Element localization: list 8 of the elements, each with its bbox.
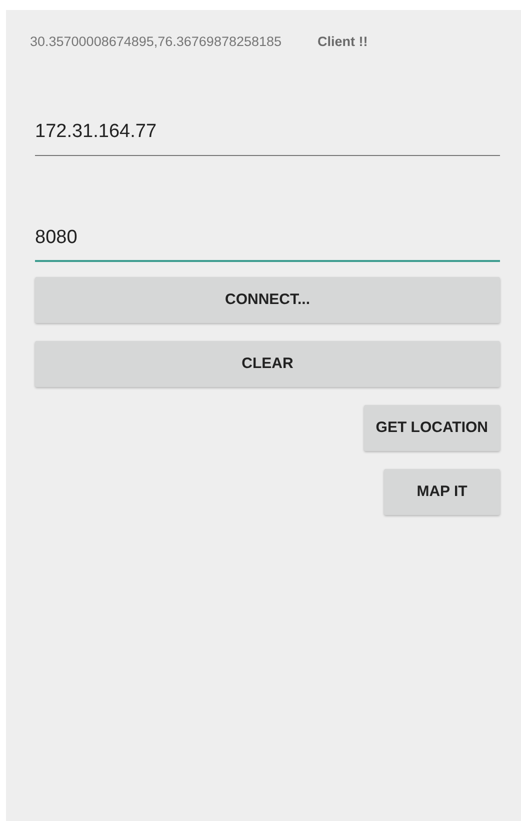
coordinates-text: 30.35700008674895,76.36769878258185 (30, 33, 282, 51)
client-title: Client !! (318, 33, 368, 51)
action-button[interactable]: CLEAR (35, 341, 500, 388)
input-field[interactable]: 8080 (35, 224, 500, 262)
action-button[interactable]: CONNECT... (35, 277, 500, 324)
input-field[interactable]: 172.31.164.77 (35, 118, 500, 156)
action-button[interactable]: MAP IT (384, 469, 500, 516)
action-button[interactable]: GET LOCATION (364, 405, 500, 452)
